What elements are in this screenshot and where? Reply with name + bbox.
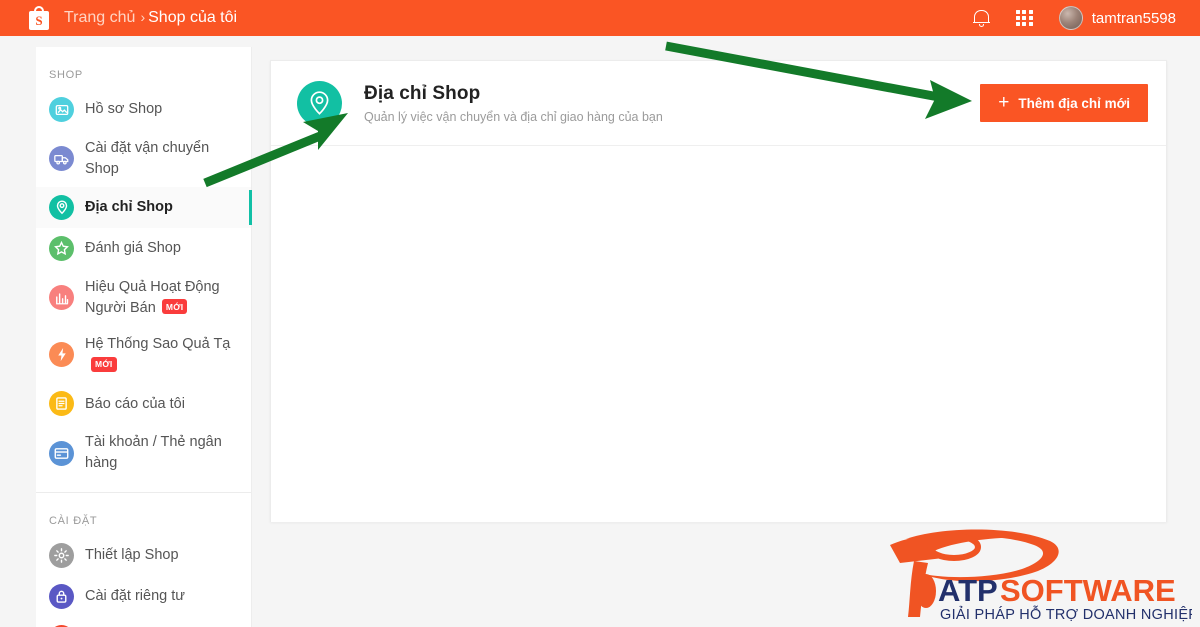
sidebar-item-label: Hồ sơ Shop bbox=[85, 101, 163, 118]
avatar bbox=[1058, 6, 1083, 30]
sidebar-item-shop-6[interactable]: Báo cáo của tôi bbox=[36, 383, 251, 424]
atp-name-part2: SOFTWARE bbox=[1000, 573, 1176, 608]
header-actions: tamtran5598 bbox=[972, 6, 1200, 30]
top-header-bar: S Trang chủ › Shop của tôi tamtran5598 bbox=[0, 0, 1200, 36]
truck-icon bbox=[49, 146, 74, 172]
sidebar-item-shop-0[interactable]: Hồ sơ Shop bbox=[36, 89, 251, 130]
lightning-icon bbox=[49, 342, 74, 368]
sidebar-item-shop-3[interactable]: Đánh giá Shop bbox=[36, 228, 251, 269]
sidebar-item-shop-4[interactable]: Hiệu Quả Hoạt Động Người Bán MỚI bbox=[36, 269, 251, 326]
atp-name-part1: ATP bbox=[938, 573, 998, 608]
card-header-text: Địa chỉ Shop Quản lý việc vận chuyển và … bbox=[364, 83, 663, 124]
sidebar-settings-nav: Thiết lập Shop Cài đặt riêng tư Cài đặt Ch… bbox=[36, 535, 251, 627]
page-title-main: Địa chỉ bbox=[364, 82, 427, 104]
atp-software-watermark: ATP SOFTWARE GIẢI PHÁP HỖ TRỢ DOANH NGHI… bbox=[882, 525, 1198, 625]
sidebar-item-settings-0[interactable]: Thiết lập Shop bbox=[36, 535, 251, 576]
sidebar-item-shop-1[interactable]: Cài đặt vận chuyển Shop bbox=[36, 130, 251, 187]
address-list-empty-area bbox=[271, 146, 1166, 522]
shopee-bag-icon[interactable]: S bbox=[28, 6, 50, 30]
username-label: tamtran5598 bbox=[1091, 9, 1176, 27]
sidebar-section-settings-title: CÀI ĐẶT bbox=[49, 514, 98, 527]
bell-icon[interactable] bbox=[972, 9, 990, 28]
brand-area[interactable]: S Trang chủ › Shop của tôi bbox=[0, 6, 237, 30]
add-address-button-label: Thêm địa chỉ mới bbox=[1018, 95, 1130, 111]
report-doc-icon bbox=[49, 391, 74, 417]
apps-grid-icon[interactable] bbox=[1015, 9, 1033, 27]
page-subtitle: Quản lý việc vận chuyển và địa chỉ giao … bbox=[364, 109, 663, 124]
sidebar-item-label: Cài đặt riêng tư bbox=[85, 587, 185, 604]
new-badge: MỚI bbox=[161, 299, 188, 315]
sidebar-item-label: Cài đặt vận chuyển Shop bbox=[85, 140, 210, 177]
credit-card-icon bbox=[49, 440, 74, 466]
star-icon bbox=[49, 236, 74, 262]
sidebar: SHOP Hồ sơ Shop Cài đặt vận chuyển Shop Đị… bbox=[36, 47, 252, 627]
breadcrumb-home[interactable]: Trang chủ bbox=[64, 9, 135, 27]
add-address-button[interactable]: + Thêm địa chỉ mới bbox=[980, 84, 1148, 122]
sidebar-item-label: Địa chỉ Shop bbox=[85, 199, 173, 216]
lock-icon bbox=[49, 583, 74, 609]
page-title: Địa chỉ Shop bbox=[364, 83, 663, 105]
breadcrumb-current[interactable]: Shop của tôi bbox=[148, 9, 237, 27]
page-title-suffix: Shop bbox=[427, 82, 481, 104]
atp-tagline: GIẢI PHÁP HỖ TRỢ DOANH NGHIỆP bbox=[940, 605, 1192, 623]
sidebar-item-shop-7[interactable]: Tài khoản / Thẻ ngân hàng bbox=[36, 424, 251, 481]
breadcrumb: Trang chủ › Shop của tôi bbox=[64, 9, 237, 27]
gear-icon bbox=[49, 542, 74, 568]
map-pin-icon bbox=[297, 80, 342, 126]
map-pin-icon bbox=[49, 195, 74, 221]
logo-letter: S bbox=[35, 13, 43, 28]
card-header: Địa chỉ Shop Quản lý việc vận chuyển và … bbox=[271, 61, 1166, 146]
sidebar-item-settings-1[interactable]: Cài đặt riêng tư bbox=[36, 576, 251, 617]
new-badge: MỚI bbox=[91, 356, 117, 372]
sidebar-item-label: Thiết lập Shop bbox=[85, 546, 179, 563]
sidebar-item-settings-2[interactable]: Cài đặt Chat bbox=[36, 617, 251, 627]
breadcrumb-separator: › bbox=[140, 9, 146, 25]
sidebar-item-shop-5[interactable]: Hệ Thống Sao Quả TạMỚI bbox=[36, 326, 251, 383]
sidebar-item-label: Hệ Thống Sao Quả TạMỚI bbox=[85, 334, 235, 375]
sidebar-item-label: Hiệu Quả Hoạt Động Người Bán MỚI bbox=[85, 279, 220, 316]
sidebar-item-label: Báo cáo của tôi bbox=[85, 395, 185, 412]
sidebar-item-label: Đánh giá Shop bbox=[85, 240, 181, 257]
shop-profile-icon bbox=[49, 97, 74, 122]
app-root: S Trang chủ › Shop của tôi tamtran5598 S… bbox=[0, 0, 1200, 627]
sidebar-section-shop-title: SHOP bbox=[49, 69, 83, 81]
sidebar-item-shop-2[interactable]: Địa chỉ Shop bbox=[36, 187, 252, 229]
plus-icon: + bbox=[998, 91, 1010, 113]
shop-address-card: Địa chỉ Shop Quản lý việc vận chuyển và … bbox=[270, 60, 1167, 522]
bar-chart-icon bbox=[49, 285, 74, 311]
sidebar-shop-nav: Hồ sơ Shop Cài đặt vận chuyển Shop Địa chỉ… bbox=[36, 89, 252, 482]
user-menu[interactable]: tamtran5598 bbox=[1058, 6, 1176, 30]
sidebar-item-label: Tài khoản / Thẻ ngân hàng bbox=[85, 434, 222, 472]
